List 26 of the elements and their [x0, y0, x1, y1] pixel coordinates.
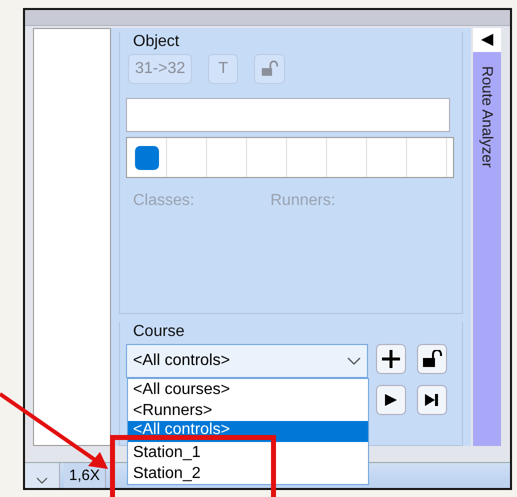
play-icon	[384, 393, 398, 407]
add-button[interactable]	[376, 344, 406, 374]
padlock-icon	[261, 60, 278, 78]
lock-button[interactable]	[417, 344, 447, 374]
color-swatch[interactable]	[134, 146, 158, 170]
info-label: Classes:	[133, 192, 194, 210]
group-title: Course	[132, 323, 185, 340]
skip-end-button[interactable]	[417, 385, 447, 415]
dropdown-option[interactable]: <All courses>	[128, 379, 368, 400]
dropdown-option[interactable]: Station_2	[128, 463, 368, 484]
collapse-button[interactable]: ◀	[473, 28, 501, 52]
skip-to-end-icon	[424, 393, 440, 407]
chevron-down-icon	[347, 357, 361, 365]
color-strip[interactable]	[126, 137, 454, 178]
play-button[interactable]	[376, 385, 406, 415]
dropdown-option[interactable]: <Runners>	[128, 400, 368, 421]
chevron-down-icon	[36, 477, 48, 484]
padlock-icon	[422, 350, 442, 368]
side-tab[interactable]: Route Analyzer	[478, 52, 496, 168]
name-field[interactable]	[126, 98, 450, 132]
dropdown-option[interactable]: Station_1	[128, 442, 368, 463]
course-dropdown[interactable]: <All controls>	[126, 344, 368, 378]
info-label: Runners:	[270, 192, 336, 210]
plus-icon	[381, 349, 401, 369]
zoom-level: 1,6X	[64, 463, 106, 488]
group-title: Object	[132, 32, 180, 52]
